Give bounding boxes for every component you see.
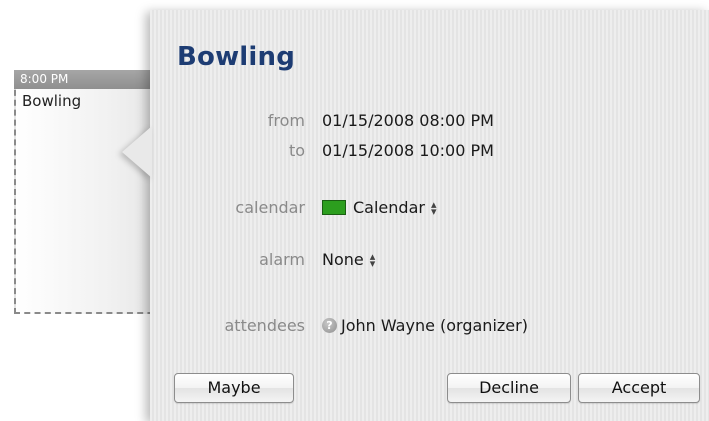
from-label: from [267,111,305,130]
attendees-label: attendees [224,316,305,335]
alarm-popup[interactable]: None ▴ ▾ [322,250,375,269]
calendar-popup[interactable]: Calendar ▴ ▾ [322,198,436,217]
popup-arrows-icon: ▴ ▾ [369,249,376,270]
maybe-button[interactable]: Maybe [174,373,294,403]
alarm-value: None [322,250,364,269]
alarm-label: alarm [259,250,305,269]
help-icon: ? [322,318,337,333]
to-label: to [288,141,305,160]
popup-arrows-icon: ▴ ▾ [430,197,437,218]
decline-button[interactable]: Decline [447,373,571,403]
to-date-field[interactable]: 01/15/2008 10:00 PM [322,141,494,160]
calendar-color-swatch [322,200,346,215]
accept-button[interactable]: Accept [578,373,700,403]
calendar-name: Calendar [353,198,425,217]
event-info-popover: Bowling from 01/15/2008 08:00 PM to 01/1… [150,10,709,421]
popover-pointer [122,126,152,178]
event-title: Bowling [22,92,82,110]
from-date-field[interactable]: 01/15/2008 08:00 PM [322,111,494,130]
calendar-view: 8:00 PM Bowling Bowling from 01/15/2008 … [0,0,709,421]
attendee-item[interactable]: ? John Wayne (organizer) [322,316,528,335]
popover-title[interactable]: Bowling [177,42,295,72]
attendee-name: John Wayne (organizer) [341,316,528,335]
calendar-label: calendar [235,198,305,217]
